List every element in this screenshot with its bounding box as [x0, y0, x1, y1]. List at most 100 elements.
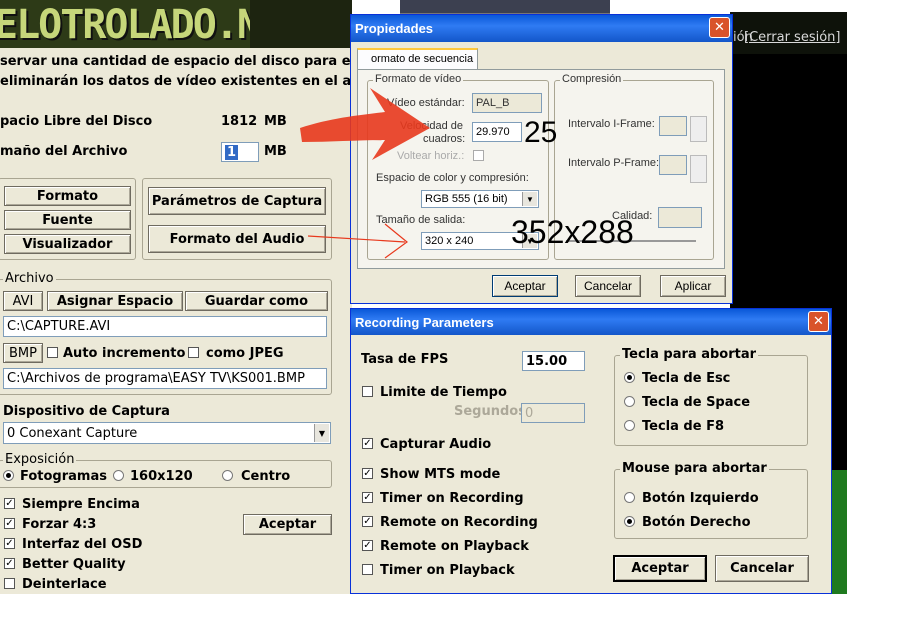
device-select[interactable]: 0 Conexant Capture ▼: [3, 422, 331, 444]
format-button[interactable]: Formato: [4, 186, 131, 206]
iframe-spinner: [690, 116, 707, 142]
color-space-select[interactable]: RGB 555 (16 bit) ▼: [421, 190, 539, 208]
avi-button[interactable]: AVI: [3, 291, 43, 311]
recording-titlebar: Recording Parameters: [351, 309, 831, 335]
fps-input[interactable]: 29.970: [472, 122, 522, 142]
properties-tab-label: ormato de secuencia: [371, 53, 474, 65]
properties-ok-button[interactable]: Aceptar: [492, 275, 558, 297]
chevron-down-icon: ▼: [314, 424, 329, 442]
time-limit-checkbox[interactable]: [362, 386, 373, 397]
file-group-label: Archivo: [3, 271, 56, 286]
exposure-160-radio[interactable]: [113, 470, 124, 481]
video-std-field: PAL_B: [472, 93, 542, 113]
exposure-label: Exposición: [3, 452, 77, 467]
force-43-checkbox[interactable]: ✓: [4, 518, 15, 529]
osd-checkbox[interactable]: ✓: [4, 538, 15, 549]
seconds-input: 0: [521, 403, 585, 423]
iframe-label: Intervalo I-Frame:: [568, 118, 655, 130]
abort-f8-radio[interactable]: [624, 420, 635, 431]
file-size-input[interactable]: 1: [221, 142, 259, 162]
better-quality-label: Better Quality: [22, 557, 126, 572]
time-limit-label: Limite de Tiempo: [380, 385, 507, 400]
abort-esc-label: Tecla de Esc: [642, 371, 731, 386]
banner-strip: [250, 0, 352, 48]
auto-increment-checkbox[interactable]: [47, 347, 58, 358]
osd-label: Interfaz del OSD: [22, 537, 143, 552]
iframe-input: [659, 116, 687, 136]
remote-playback-label: Remote on Playback: [380, 539, 529, 554]
recording-ok-button[interactable]: Aceptar: [613, 555, 707, 582]
flip-checkbox[interactable]: [473, 150, 484, 161]
remote-recording-label: Remote on Recording: [380, 515, 538, 530]
timer-recording-checkbox[interactable]: ✓: [362, 492, 373, 503]
remote-playback-checkbox[interactable]: ✓: [362, 540, 373, 551]
exposure-frames-label: Fotogramas: [20, 469, 107, 484]
timer-playback-checkbox[interactable]: [362, 564, 373, 575]
top-bar: [400, 0, 610, 14]
fps-rate-label: Tasa de FPS: [361, 352, 449, 367]
deinterlace-label: Deinterlace: [22, 577, 107, 592]
avi-path-input[interactable]: C:\CAPTURE.AVI: [3, 316, 327, 337]
output-size-label: Tamaño de salida:: [376, 214, 466, 226]
always-on-top-checkbox[interactable]: ✓: [4, 498, 15, 509]
recording-close-icon[interactable]: ✕: [808, 311, 829, 332]
logout-link[interactable]: [Cerrar sesión]: [744, 30, 840, 45]
recording-cancel-button[interactable]: Cancelar: [715, 555, 809, 582]
free-space-value: 1812: [221, 114, 258, 129]
abort-space-radio[interactable]: [624, 396, 635, 407]
file-size-unit: MB: [264, 144, 287, 159]
allocate-space-button[interactable]: Asignar Espacio: [47, 291, 183, 311]
file-size-label: maño del Archivo: [0, 144, 128, 159]
abort-left-radio[interactable]: [624, 492, 635, 503]
save-as-button[interactable]: Guardar como: [185, 291, 328, 311]
capture-audio-checkbox[interactable]: ✓: [362, 438, 373, 449]
source-button[interactable]: Fuente: [4, 210, 131, 230]
timer-recording-label: Timer on Recording: [380, 491, 524, 506]
exposure-160-label: 160x120: [130, 469, 193, 484]
abort-esc-radio[interactable]: [624, 372, 635, 383]
timer-playback-label: Timer on Playback: [380, 563, 515, 578]
jpeg-checkbox[interactable]: [188, 347, 199, 358]
properties-title: Propiedades: [355, 21, 434, 36]
capture-audio-label: Capturar Audio: [380, 437, 492, 452]
always-on-top-label: Siempre Encima: [22, 497, 140, 512]
fps-label-1: Velocidad de: [400, 120, 463, 132]
fps-annotation: 25: [524, 116, 558, 149]
abort-space-label: Tecla de Space: [642, 395, 751, 410]
bmp-path-input[interactable]: C:\Archivos de programa\EASY TV\KS001.BM…: [3, 368, 327, 389]
capture-params-button[interactable]: Parámetros de Captura: [148, 187, 326, 215]
properties-titlebar: Propiedades: [351, 15, 732, 42]
pframe-spinner: [690, 155, 707, 183]
main-accept-button[interactable]: Aceptar: [243, 514, 332, 535]
color-space-label: Espacio de color y compresión:: [376, 172, 529, 184]
abort-left-label: Botón Izquierdo: [642, 491, 759, 506]
abort-right-radio[interactable]: [624, 516, 635, 527]
better-quality-checkbox[interactable]: ✓: [4, 558, 15, 569]
display-button[interactable]: Visualizador: [4, 234, 131, 254]
mts-mode-label: Show MTS mode: [380, 467, 501, 482]
fps-rate-input[interactable]: 15.00: [522, 351, 585, 371]
seconds-label: Segundos: [454, 404, 526, 419]
exposure-center-label: Centro: [241, 469, 291, 484]
properties-close-icon[interactable]: ✕: [709, 17, 730, 38]
bmp-button[interactable]: BMP: [3, 343, 43, 363]
remote-recording-checkbox[interactable]: ✓: [362, 516, 373, 527]
mts-mode-checkbox[interactable]: ✓: [362, 468, 373, 479]
pframe-label: Intervalo P-Frame:: [568, 157, 660, 169]
abort-mouse-label: Mouse para abortar: [620, 461, 769, 476]
exposure-center-radio[interactable]: [222, 470, 233, 481]
app-bg-green: [832, 470, 847, 594]
free-space-label: pacio Libre del Disco: [0, 114, 153, 129]
video-format-label: Formato de vídeo: [373, 73, 464, 85]
auto-increment-label: Auto incremento: [63, 346, 186, 361]
size-annotation: 352x288: [511, 214, 634, 250]
device-label: Dispositivo de Captura: [3, 404, 170, 419]
banner: ELOTROLADO.NET: [0, 0, 305, 48]
properties-apply-button[interactable]: Aplicar: [660, 275, 726, 297]
free-space-unit: MB: [264, 114, 287, 129]
exposure-frames-radio[interactable]: [3, 470, 14, 481]
video-std-label: Vídeo estándar:: [387, 97, 465, 109]
properties-cancel-button[interactable]: Cancelar: [575, 275, 641, 297]
deinterlace-checkbox[interactable]: [4, 578, 15, 589]
audio-format-button[interactable]: Formato del Audio: [148, 225, 326, 253]
